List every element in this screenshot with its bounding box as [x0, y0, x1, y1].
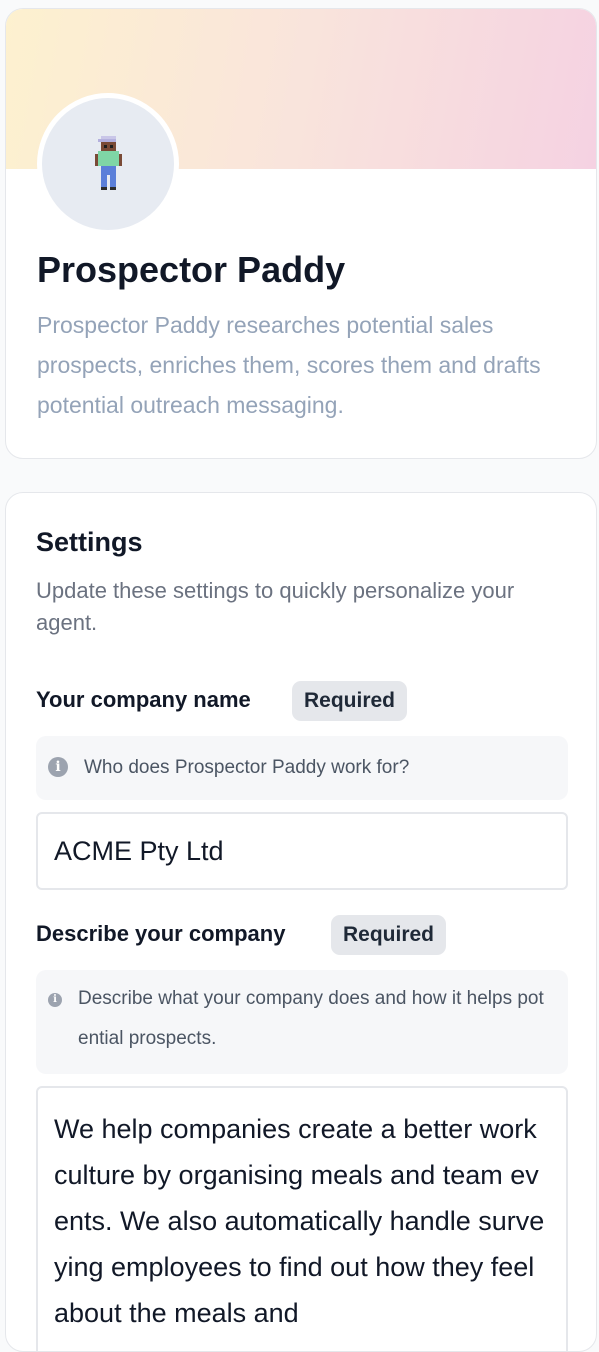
company-name-input[interactable] — [36, 812, 568, 890]
settings-title: Settings — [36, 527, 143, 557]
required-badge: Required — [292, 681, 408, 721]
info-icon: i — [48, 757, 68, 777]
company-name-label: Your company name — [36, 687, 251, 712]
avatar — [37, 93, 179, 235]
settings-subtitle: Update these settings to quickly persona… — [36, 578, 515, 635]
info-icon: i — [48, 993, 62, 1007]
company-description-hint-text: Describe what your company does and how … — [78, 988, 544, 1049]
company-description-hint: i Describe what your company does and ho… — [36, 970, 568, 1074]
agent-description: Prospector Paddy researches potential sa… — [37, 312, 541, 418]
company-name-hint: i Who does Prospector Paddy work for? — [36, 736, 568, 800]
company-description-textarea[interactable]: We help companies create a better work c… — [36, 1086, 568, 1351]
company-description-label: Describe your company — [36, 921, 286, 946]
agent-name: Prospector Paddy — [37, 249, 346, 290]
agent-profile-card: Prospector Paddy Prospector Paddy resear… — [5, 8, 597, 459]
company-name-hint-text: Who does Prospector Paddy work for? — [84, 757, 410, 778]
required-badge: Required — [331, 915, 447, 955]
settings-card: Settings Update these settings to quickl… — [5, 492, 597, 1352]
pixel-character-avatar-icon — [95, 136, 122, 190]
